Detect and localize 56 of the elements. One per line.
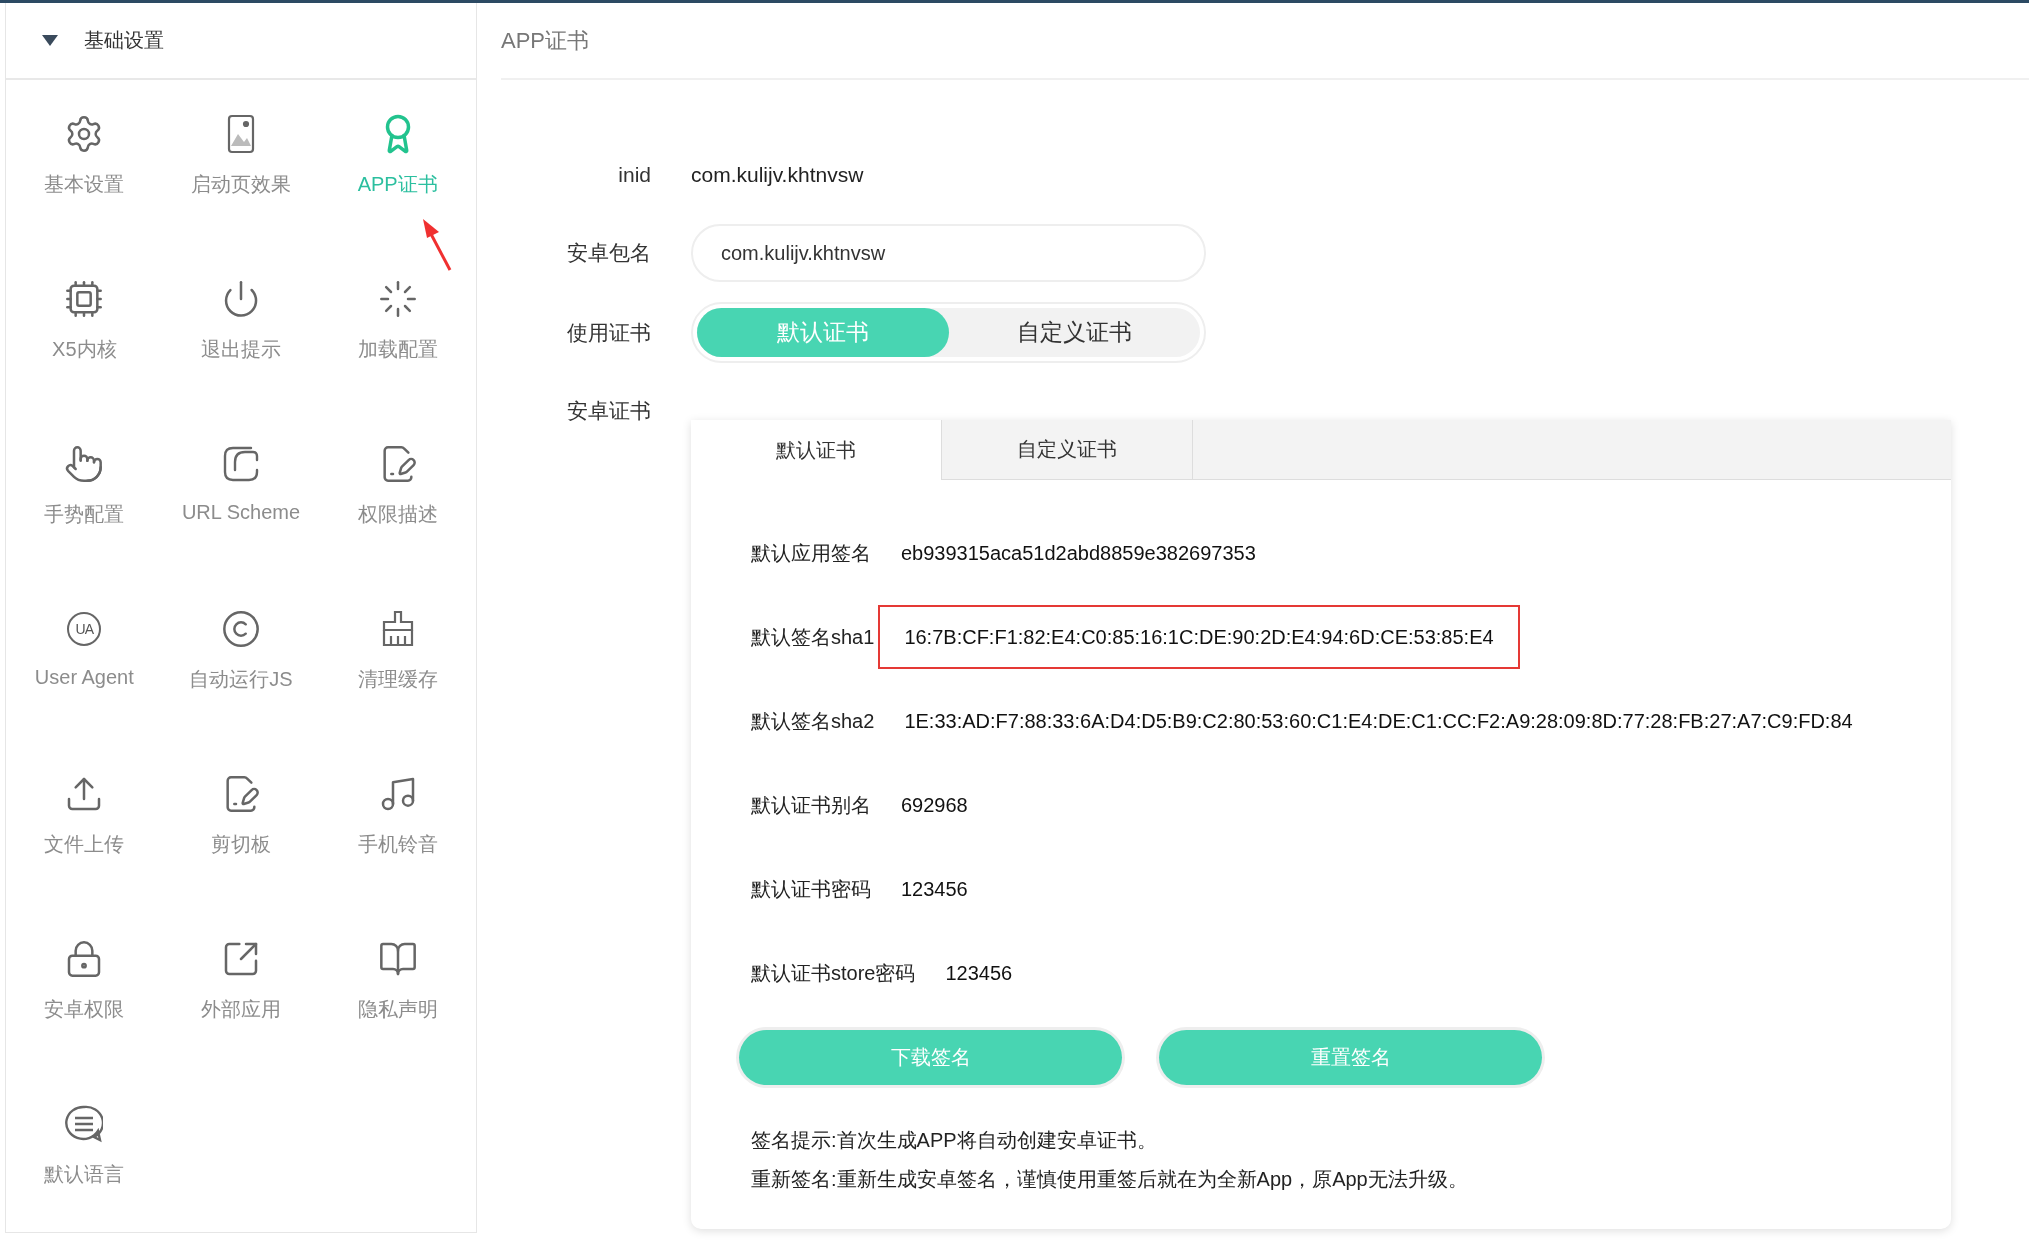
tab[interactable]: 自定义证书 (942, 420, 1193, 479)
chip-icon (64, 279, 105, 319)
action-button[interactable]: 下载签名 (739, 1030, 1122, 1085)
menu-item[interactable]: 退出提示 (201, 336, 281, 363)
copyright-icon (221, 609, 261, 649)
info-value: 123456 (944, 961, 1014, 986)
ua-circle-icon: UA (67, 612, 102, 646)
caret-icon[interactable] (42, 34, 58, 47)
menu-item[interactable]: 加载配置 (357, 336, 438, 363)
info-label: 默认证书密码 (751, 876, 871, 902)
menu-item[interactable]: 默认语言 (44, 1161, 125, 1188)
menu-item[interactable]: APP证书 (357, 171, 438, 198)
input-field[interactable]: com.kulijv.khtnvsw (691, 224, 1206, 282)
info-label: 默认证书别名 (751, 792, 871, 818)
menu-item[interactable]: 手势配置 (44, 501, 125, 528)
field-label: 安卓证书 (566, 398, 651, 424)
menu-item[interactable]: 隐私声明 (357, 996, 438, 1023)
menu-item[interactable]: 启动页效果 (191, 171, 291, 198)
info-value: 692968 (900, 793, 969, 818)
action-button[interactable]: 重置签名 (1159, 1030, 1542, 1085)
menu-item[interactable]: 清理缓存 (357, 666, 438, 693)
menu-item[interactable]: 安卓权限 (44, 996, 125, 1023)
speech-bubble-icon (65, 1105, 104, 1143)
segment-option[interactable]: 自定义证书 (948, 308, 1200, 357)
info-value: 123456 (900, 877, 969, 902)
field-value: com.kulijv.khtnvsw (691, 162, 865, 188)
info-label: 默认签名sha2 (751, 708, 875, 734)
info-value: 16:7B:CF:F1:82:E4:C0:85:16:1C:DE:90:2D:E4:94:6D:CE:53:85:E4 (878, 605, 1520, 669)
spinner-icon (377, 279, 418, 319)
info-label: 默认证书store密码 (751, 960, 916, 986)
field-label: inid (617, 163, 651, 187)
menu-item[interactable]: 外部应用 (201, 996, 281, 1023)
menu-item[interactable]: 手机铃音 (357, 831, 438, 858)
field-label: 使用证书 (566, 319, 651, 346)
info-label: 默认应用签名 (751, 540, 871, 566)
menu-item[interactable]: 基本设置 (44, 171, 125, 198)
rounded-c-icon (221, 444, 261, 484)
tab[interactable]: 默认证书 (691, 420, 942, 480)
page-title: APP证书 (501, 26, 590, 55)
menu-item[interactable]: 自动运行JS (189, 666, 293, 693)
menu-item[interactable]: X5内核 (52, 336, 117, 363)
menu-item[interactable]: 权限描述 (357, 501, 438, 528)
phone-picture-icon (227, 114, 255, 154)
section-title: 基础设置 (84, 28, 164, 53)
info-value: eb939315aca51d2abd8859e382697353 (900, 541, 1257, 566)
menu-item[interactable]: 文件上传 (44, 831, 125, 858)
field-label: 安卓包名 (566, 240, 651, 266)
info-label: 默认签名sha1 (751, 624, 875, 650)
menu-item[interactable]: User Agent (34, 666, 134, 689)
menu-item[interactable]: URL Scheme (181, 501, 301, 524)
info-value: 1E:33:AD:F7:88:33:6A:D4:D5:B9:C2:80:53:60:C1:E4:DE:C1:CC:F2:A9:28:09:8D:77:28:FB:27:A7:C9:FD:84 (903, 709, 1854, 734)
menu-item[interactable]: 剪切板 (211, 831, 271, 858)
hint-text: 签名提示:首次生成APP将自动创建安卓证书。 (751, 1128, 1158, 1153)
hand-pointer-icon (64, 444, 105, 484)
hint-text: 重新签名:重新生成安卓签名，谨慎使用重签后就在为全新App，原App无法升级。 (751, 1167, 1469, 1192)
segment-option[interactable]: 默认证书 (697, 308, 949, 357)
